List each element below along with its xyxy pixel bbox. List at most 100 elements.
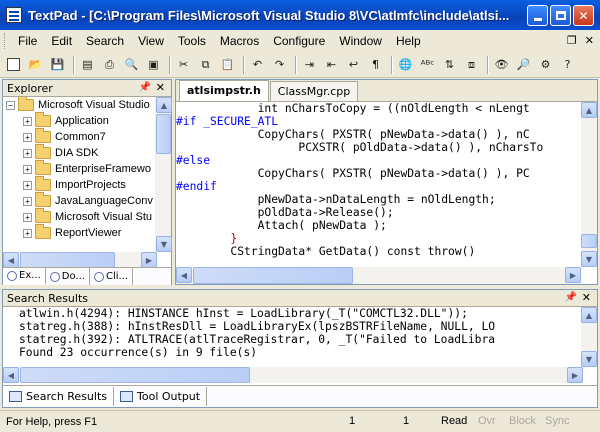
scroll-thumb[interactable] (193, 267, 353, 284)
menu-edit[interactable]: Edit (44, 32, 79, 50)
tab-explorer[interactable]: Ex... (3, 268, 46, 285)
scroll-up-icon[interactable]: ▲ (156, 97, 172, 113)
scroll-thumb[interactable] (20, 367, 250, 383)
scroll-thumb[interactable] (581, 234, 597, 248)
new-file-icon[interactable] (4, 55, 23, 74)
tree-item[interactable]: − Microsoft Visual Studio (3, 97, 157, 113)
explorer-horizontal-scrollbar[interactable]: ◀ ▶ (3, 252, 157, 268)
scroll-right-icon[interactable]: ▶ (565, 267, 581, 283)
scroll-left-icon[interactable]: ◀ (3, 367, 19, 383)
help-icon[interactable]: ? (558, 55, 577, 74)
tab-tool-output[interactable]: Tool Output (114, 387, 208, 406)
collapse-icon[interactable]: − (6, 100, 15, 110)
web-browser-icon[interactable]: 🌐 (396, 55, 415, 74)
undo-icon[interactable]: ↶ (248, 55, 267, 74)
pin-icon[interactable]: 📌 (139, 82, 151, 93)
run-tool-icon[interactable]: ⚙ (536, 55, 555, 74)
scroll-up-icon[interactable]: ▲ (581, 307, 597, 323)
tab-documents[interactable]: Do... (46, 268, 90, 285)
paste-icon[interactable]: 📋 (218, 55, 237, 74)
tab-atlsimpstr[interactable]: atlsimpstr.h (179, 80, 269, 101)
menu-macros[interactable]: Macros (213, 32, 266, 50)
maximize-button[interactable] (550, 5, 571, 26)
scroll-left-icon[interactable]: ◀ (3, 252, 19, 268)
results-vertical-scrollbar[interactable]: ▲ ▼ (581, 307, 597, 367)
find-in-files-icon[interactable]: 🔎 (514, 55, 533, 74)
tree-item[interactable]: + Application (3, 112, 157, 129)
expand-icon[interactable]: + (23, 148, 32, 158)
folder-open-icon (18, 97, 34, 111)
copy-icon[interactable]: ⧉ (196, 55, 215, 74)
search-result-line[interactable]: statreg.h(392): ATLTRACE(atlTraceRegistr… (19, 333, 583, 346)
expand-icon[interactable]: + (23, 212, 32, 222)
pin-icon[interactable]: 📌 (565, 292, 577, 303)
find-icon[interactable]: 👁 (492, 55, 511, 74)
tree-item[interactable]: + DIA SDK (3, 144, 157, 161)
scroll-down-icon[interactable]: ▼ (581, 351, 597, 367)
expand-icon[interactable]: + (23, 228, 32, 238)
menu-grip[interactable] (4, 33, 7, 49)
scroll-up-icon[interactable]: ▲ (581, 102, 597, 118)
menu-window[interactable]: Window (332, 32, 389, 50)
textpad-app-icon[interactable] (6, 7, 22, 23)
scroll-down-icon[interactable]: ▼ (581, 251, 597, 267)
sort-icon[interactable]: ⇅ (440, 55, 459, 74)
menu-help[interactable]: Help (389, 32, 428, 50)
page-setup-icon[interactable]: ▣ (144, 55, 163, 74)
results-horizontal-scrollbar[interactable]: ◀ ▶ (3, 367, 583, 383)
tree-item[interactable]: + Microsoft Visual Stu (3, 208, 157, 225)
search-results-list: atlwin.h(4294): HINSTANCE hInst = LoadLi… (3, 307, 583, 367)
explorer-close-icon[interactable]: ✕ (156, 81, 165, 94)
tree-item[interactable]: + EnterpriseFramewo (3, 160, 157, 177)
menu-file[interactable]: File (11, 32, 44, 50)
search-result-line[interactable]: statreg.h(388): hInstResDll = LoadLibrar… (19, 320, 583, 333)
menu-tools[interactable]: Tools (171, 32, 213, 50)
outdent-icon[interactable]: ⇤ (322, 55, 341, 74)
compare-icon[interactable]: ⧈ (462, 55, 481, 74)
toolbar-separator (391, 55, 393, 74)
explorer-vertical-scrollbar[interactable]: ▲ ▼ (155, 97, 172, 252)
minimize-button[interactable] (527, 5, 548, 26)
indent-icon[interactable]: ⇥ (300, 55, 319, 74)
expand-icon[interactable]: + (23, 180, 32, 190)
scroll-right-icon[interactable]: ▶ (567, 367, 583, 383)
tab-clip-library[interactable]: Cli... (90, 268, 134, 285)
close-button[interactable]: ✕ (573, 5, 594, 26)
expand-icon[interactable]: + (23, 196, 32, 206)
word-wrap-icon[interactable]: ↩ (344, 55, 363, 74)
scroll-left-icon[interactable]: ◀ (176, 267, 192, 283)
tree-item[interactable]: + JavaLanguageConv (3, 192, 157, 209)
save-icon[interactable]: 💾 (48, 55, 67, 74)
spelling-icon[interactable]: ᴬᴮᶜ (418, 55, 437, 74)
print-icon[interactable]: ⎙ (100, 55, 119, 74)
scroll-thumb[interactable] (156, 114, 171, 154)
mdi-restore-icon[interactable]: ❐ (567, 34, 577, 47)
menu-configure[interactable]: Configure (266, 32, 332, 50)
code-view[interactable]: int nCharsToCopy = ((nOldLength < nLengt… (176, 102, 581, 267)
redo-icon[interactable]: ↷ (270, 55, 289, 74)
cut-icon[interactable]: ✂ (174, 55, 193, 74)
print-preview-icon[interactable]: 🔍 (122, 55, 141, 74)
folder-icon (35, 208, 51, 223)
tree-item[interactable]: + ImportProjects (3, 176, 157, 193)
editor-horizontal-scrollbar[interactable]: ◀ ▶ (176, 267, 581, 284)
menu-search[interactable]: Search (79, 32, 131, 50)
scroll-thumb[interactable] (20, 252, 115, 268)
expand-icon[interactable]: + (23, 132, 32, 142)
scroll-right-icon[interactable]: ▶ (141, 252, 157, 268)
open-folder-icon[interactable]: 📂 (26, 55, 45, 74)
scroll-down-icon[interactable]: ▼ (156, 236, 172, 252)
save-all-icon[interactable]: ▤ (78, 55, 97, 74)
expand-icon[interactable]: + (23, 116, 32, 126)
tab-search-results[interactable]: Search Results (3, 387, 115, 406)
tree-item[interactable]: + ReportViewer (3, 224, 157, 241)
tree-item[interactable]: + Common7 (3, 128, 157, 145)
search-result-line[interactable]: atlwin.h(4294): HINSTANCE hInst = LoadLi… (19, 307, 583, 320)
editor-vertical-scrollbar[interactable]: ▲ ▼ (581, 102, 597, 267)
search-results-close-icon[interactable]: ✕ (582, 291, 591, 304)
menu-view[interactable]: View (131, 32, 171, 50)
mdi-close-icon[interactable]: ✕ (585, 34, 594, 47)
show-visible-spaces-icon[interactable]: ¶ (366, 55, 385, 74)
tab-classmgr[interactable]: ClassMgr.cpp (269, 81, 359, 101)
expand-icon[interactable]: + (23, 164, 32, 174)
